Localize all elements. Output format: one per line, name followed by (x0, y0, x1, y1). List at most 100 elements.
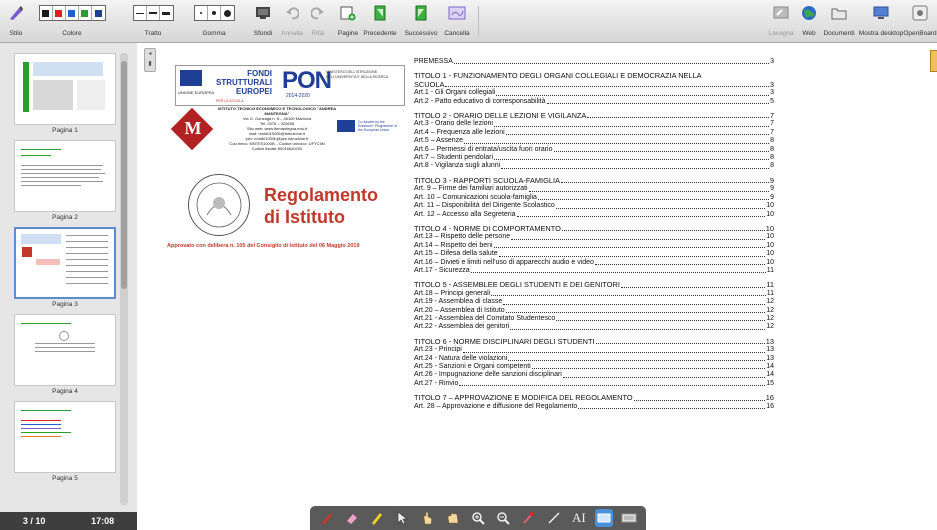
zoom-out-icon[interactable] (494, 509, 512, 527)
toc-page-number: 13 (766, 354, 774, 362)
text-icon[interactable]: AI (570, 509, 588, 527)
thumbnail-page-5[interactable]: Pagina 5 (14, 401, 116, 484)
toc-heading: TITOLO 2 - ORARIO DELLE LEZIONI E VIGILA… (414, 111, 774, 120)
board-icon (773, 2, 789, 24)
redo-button[interactable]: Rifai (308, 2, 328, 40)
toc-entry: Art.26 - Impugnazione delle sanzioni dis… (414, 371, 774, 379)
color-blue[interactable] (66, 6, 79, 20)
hand-tap-icon[interactable] (418, 509, 436, 527)
toc-leader-dots (578, 407, 766, 410)
stroke-medium[interactable] (147, 6, 160, 20)
scrollbar-thumb[interactable] (121, 61, 127, 289)
toc-heading: TITOLO 6 - NORME DISCIPLINARI DEGLI STUD… (414, 337, 774, 346)
toc-page-number: 10 (766, 202, 774, 210)
pages-button[interactable]: Pagine (337, 2, 359, 40)
eu-flag-icon (180, 70, 202, 86)
toc-leader-dots (562, 376, 766, 378)
eraser-large[interactable] (221, 6, 234, 20)
eraser-icon[interactable] (343, 509, 361, 527)
color-palette: Colore (34, 2, 110, 40)
openboard-button[interactable]: OpenBoard (903, 2, 937, 40)
previous-page-button[interactable]: Precedente (362, 2, 398, 40)
toc-page-number: 16 (765, 393, 774, 403)
toc-entry: Art.5 – Assenze 8 (414, 137, 774, 145)
thumbnail-page-1[interactable]: Pagina 1 (14, 53, 116, 136)
keyboard-icon[interactable] (620, 509, 638, 527)
toc-leader-dots (498, 255, 766, 257)
toc-leader-dots (464, 142, 770, 144)
color-black[interactable] (40, 6, 53, 20)
add-page-icon (340, 2, 356, 24)
toc-entry: Art.17 - Sicurezza 11 (414, 267, 774, 275)
zoom-in-icon[interactable] (469, 509, 487, 527)
toc-page-number: 12 (766, 306, 774, 314)
web-button[interactable]: Web (800, 2, 818, 40)
toc-heading: SCUOLA 3 (414, 80, 774, 89)
toc-entry: Art.8 - Vigilanza sugli alunni 8 (414, 162, 774, 170)
toc-entry-title: Art.2 - Patto educativo di corresponsabi… (414, 97, 546, 105)
capture-icon[interactable] (595, 509, 614, 527)
toc-entry-title: Art.4 – Frequenza alle lezioni (414, 128, 505, 136)
pen-icon[interactable] (318, 509, 336, 527)
toc-entry: Art.15 – Difesa della salute 10 (414, 250, 774, 258)
toc-leader-dots (633, 399, 765, 401)
ministry-text: MINISTERO DELL'ISTRUZIONE, DELL'UNIVERSI… (326, 70, 389, 79)
undo-icon (285, 2, 299, 24)
toc-leader-dots (493, 125, 770, 127)
undo-button[interactable]: Annulla (280, 2, 304, 40)
toc-entry-title: TITOLO 5 - ASSEMBLEE DEGLI STUDENTI E DE… (414, 280, 620, 290)
toc-leader-dots (561, 229, 765, 232)
stroke-thick[interactable] (160, 6, 173, 20)
thumbnail-page-4[interactable]: Pagina 4 (14, 314, 116, 397)
clear-button[interactable]: Cancella (444, 2, 470, 40)
thumbnail-scrollbar[interactable] (120, 53, 128, 505)
show-desktop-button[interactable]: Mostra desktop (859, 2, 903, 40)
backgrounds-button[interactable]: Sfondi (252, 2, 274, 40)
toc-page-number: 8 (770, 137, 774, 145)
thumbnail-page-3[interactable]: Pagina 3 (14, 227, 116, 310)
next-page-icon (413, 2, 429, 24)
page-thumbnails-panel: Pagina 1 Pagina 2 Pagina 3 Pagina 4 Pagi… (0, 43, 137, 530)
school-seal (188, 174, 250, 236)
toc-page-number: 5 (770, 97, 774, 105)
toc-page-number: 10 (765, 223, 774, 233)
toc-page-number: 10 (766, 241, 774, 249)
toc-leader-dots (531, 367, 766, 370)
stroke-thin[interactable] (134, 6, 147, 20)
toc-entry-title: Art. 11 – Disponibilità del Dirigente Sc… (414, 202, 555, 210)
toc-entry-title: Art.18 – Principi generali (414, 289, 491, 297)
toc-entry-title: Art. 9 – Firme dei familiari autorizzati (414, 185, 528, 193)
next-page-button[interactable]: Successivo (403, 2, 439, 40)
thumbnail-page-2[interactable]: Pagina 2 (14, 140, 116, 223)
toc-entry-title: Art. 12 – Accesso alla Segreteria (414, 210, 516, 218)
highlighter-icon[interactable] (368, 509, 386, 527)
toc-entry-title: Art. 10 – Comunicazioni scuola-famiglia (414, 193, 537, 201)
eraser-small[interactable] (195, 6, 208, 20)
color-green[interactable] (79, 6, 92, 20)
toc-entry: Art. 10 – Comunicazioni scuola-famiglia 9 (414, 194, 774, 202)
hand-grab-icon[interactable] (444, 509, 462, 527)
pointer-icon[interactable] (393, 509, 411, 527)
collapse-sidebar-handle[interactable]: ◂ ▮ (144, 48, 156, 72)
laser-icon[interactable] (519, 509, 537, 527)
toc-page-number: 9 (769, 175, 774, 185)
toc-entry-title: Art.17 - Sicurezza (414, 266, 470, 274)
right-panel-handle[interactable] (930, 50, 937, 72)
toc-heading: TITOLO 5 - ASSEMBLEE DEGLI STUDENTI E DE… (414, 280, 774, 290)
color-darkblue[interactable] (92, 6, 105, 20)
toc-leader-dots (501, 167, 770, 169)
toc-page-number: 12 (766, 314, 774, 322)
line-icon[interactable] (545, 509, 563, 527)
toc-leader-dots (587, 116, 769, 119)
toc-entry-title: Art.7 – Studenti pendolari (414, 154, 493, 162)
toc-leader-dots (555, 207, 766, 209)
toc-entry: Art.20 – Assemblea di Istituto 12 (414, 307, 774, 315)
eraser-medium[interactable] (208, 6, 221, 20)
documents-button[interactable]: Documenti (822, 2, 856, 40)
banner-footer: PER LA SCUOLA (216, 99, 244, 103)
school-info: ISTITUTO TECNICO ECONOMICO E TECNOLOGICO… (217, 106, 337, 151)
color-red[interactable] (53, 6, 66, 20)
stylus-button[interactable]: Stilo (6, 2, 26, 40)
board-button[interactable]: Lavagna (768, 2, 794, 40)
toc-heading: TITOLO 4 - NORME DI COMPORTAMENTO 10 (414, 223, 774, 233)
